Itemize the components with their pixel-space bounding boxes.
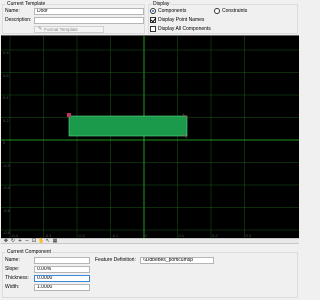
grid-icon[interactable]: ▦ <box>52 238 58 244</box>
y-tick-label: 0 <box>3 140 6 145</box>
format-template-button-label: Format Template <box>44 27 78 32</box>
format-template-icon: ✎ <box>38 26 43 32</box>
y-tick-label: -0.4 <box>3 185 10 190</box>
canvas-grid <box>1 36 299 239</box>
template-description-label: Description: <box>5 17 32 23</box>
y-tick-label: -0.2 <box>3 162 10 168</box>
y-tick-label: 0.2 <box>3 117 9 123</box>
slope-label: Slope: <box>5 266 20 272</box>
fit-icon[interactable]: ⊡ <box>31 238 37 244</box>
y-tick-label: -0.6 <box>3 207 10 213</box>
width-input[interactable]: 1.0000 <box>34 284 90 291</box>
feature-definition-field[interactable]: \\Ddbebes_pomcumsp <box>140 257 214 264</box>
component-shape[interactable] <box>68 115 188 137</box>
template-name-label: Name: <box>5 8 20 14</box>
zoom-out-icon[interactable]: − <box>24 238 30 244</box>
width-label: Width: <box>5 284 20 290</box>
slope-input[interactable]: 0.00% <box>34 266 90 273</box>
feature-definition-label: Feature Definition: <box>95 257 136 263</box>
thickness-label: Thickness: <box>5 275 29 281</box>
display-point-names-label: Display Point Names <box>158 17 205 23</box>
current-component-title: Current Component <box>6 249 52 255</box>
constraints-radio[interactable] <box>214 8 220 14</box>
y-tick-label: -0.8 <box>3 230 10 235</box>
y-tick-label: 0.4 <box>3 95 9 100</box>
current-template-title: Current Template <box>6 1 47 7</box>
feature-definition-icon: ⁞ <box>133 257 135 263</box>
component-name-label: Name: <box>5 257 20 263</box>
canvas-toolbar: ✥ ↻ + − ⊡ ✋ ↖ ▦ <box>1 238 299 244</box>
display-title: Display <box>152 1 171 7</box>
format-template-button[interactable]: ✎ Format Template <box>34 26 104 33</box>
pan-icon[interactable]: ✋ <box>38 238 44 244</box>
select-icon[interactable]: ↖ <box>45 238 51 244</box>
components-radio[interactable] <box>150 8 156 14</box>
display-all-components-label: Display All Components <box>158 26 211 32</box>
template-description-input[interactable] <box>34 17 144 24</box>
zoom-in-icon[interactable]: + <box>17 238 23 244</box>
display-point-names-checkbox[interactable] <box>150 17 156 23</box>
template-name-input[interactable]: Door <box>34 8 144 15</box>
component-handle-icon[interactable] <box>67 113 71 117</box>
y-tick-label: 0.8 <box>3 50 9 55</box>
component-name-input[interactable] <box>34 257 90 264</box>
refresh-icon[interactable]: ↻ <box>10 238 16 244</box>
template-canvas[interactable]: -0.4 -0.3 -0.2 -0.1 0 0.1 0.2 0.3 0.8 0.6 0.4 0.2 0… <box>1 35 299 239</box>
constraints-radio-label: Constraints <box>222 8 248 14</box>
display-all-components-checkbox[interactable] <box>150 26 156 32</box>
components-radio-label: Components <box>158 8 187 14</box>
thickness-input[interactable]: 0.0000 <box>34 275 90 282</box>
move-icon[interactable]: ✥ <box>3 238 9 244</box>
y-tick-label: 0.6 <box>3 72 9 78</box>
